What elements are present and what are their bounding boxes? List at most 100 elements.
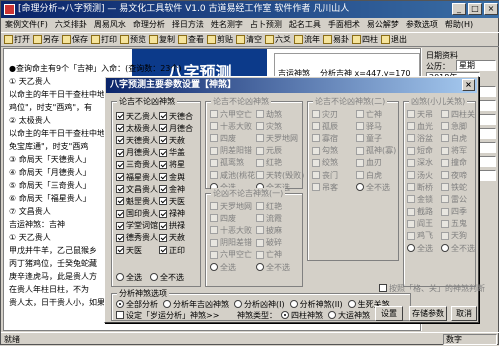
gongli-field[interactable]: 星期 bbox=[456, 60, 496, 71]
g1c2-check-4[interactable] bbox=[159, 160, 167, 169]
g4c1-check-3[interactable] bbox=[210, 238, 218, 247]
menu-item-9[interactable]: 易公解梦 bbox=[367, 18, 399, 32]
g5c1-item-2[interactable]: 寡宿 bbox=[312, 132, 338, 144]
g1c1-check-11[interactable] bbox=[116, 246, 124, 255]
g2c1-check-1[interactable] bbox=[210, 122, 218, 131]
type-option-0[interactable]: 四柱神煞 bbox=[281, 309, 323, 321]
g1c1-check-7[interactable] bbox=[116, 197, 124, 206]
menu-item-6[interactable]: 占卜预测 bbox=[250, 18, 282, 32]
g6c2-item-8[interactable]: 四季 bbox=[441, 206, 475, 218]
g6c2-check-3[interactable] bbox=[441, 146, 449, 155]
g5c1-item-0[interactable]: 灾刃 bbox=[312, 108, 338, 120]
g4c2-check-4[interactable] bbox=[256, 250, 264, 259]
menu-item-1[interactable]: 六爻排卦 bbox=[55, 18, 87, 32]
g2c1-check-4[interactable] bbox=[210, 158, 218, 167]
g5c2-check-0[interactable] bbox=[356, 110, 364, 119]
g6c2-check-6[interactable] bbox=[441, 183, 449, 192]
g4c2-item-3[interactable]: 破碎 bbox=[256, 237, 290, 249]
g1c2-check-7[interactable] bbox=[159, 197, 167, 206]
g6c2-check-11[interactable] bbox=[441, 244, 449, 253]
g4c1-item-1[interactable]: 四废 bbox=[210, 212, 252, 224]
g2c2-check-5[interactable] bbox=[256, 171, 264, 180]
g1c1-check-9[interactable] bbox=[116, 221, 124, 230]
g4c2-check-3[interactable] bbox=[256, 238, 264, 247]
g1-select-all-radio[interactable] bbox=[116, 273, 124, 282]
g2c2-item-0[interactable]: 劫煞 bbox=[256, 108, 304, 120]
g4c2-item-4[interactable]: 亡神 bbox=[256, 249, 290, 261]
g2c2-check-1[interactable] bbox=[256, 122, 264, 131]
g6c2-item-5[interactable]: 夜啼 bbox=[441, 169, 475, 181]
g6c1-check-9[interactable] bbox=[407, 219, 415, 228]
minimize-button[interactable]: _ bbox=[452, 3, 466, 15]
g6c2-item-9[interactable]: 五鬼 bbox=[441, 218, 475, 230]
g1c1-check-1[interactable] bbox=[116, 124, 124, 133]
menu-item-11[interactable]: 帮助(H) bbox=[445, 18, 473, 32]
g1c2-check-6[interactable] bbox=[159, 185, 167, 194]
g6c1-item-0[interactable]: 天吊 bbox=[407, 108, 433, 120]
g1c2-check-9[interactable] bbox=[159, 221, 167, 230]
g6c2-check-2[interactable] bbox=[441, 134, 449, 143]
g1c2-check-0[interactable] bbox=[159, 112, 167, 121]
g6c1-item-6[interactable]: 断桥 bbox=[407, 181, 433, 193]
g5c1-check-6[interactable] bbox=[312, 183, 320, 192]
g6c1-check-11[interactable] bbox=[407, 244, 415, 253]
g2c1-check-0[interactable] bbox=[210, 110, 218, 119]
g1c1-check-6[interactable] bbox=[116, 185, 124, 194]
g6c2-item-10[interactable]: 天狗 bbox=[441, 230, 475, 242]
cancel-button[interactable]: 取消 bbox=[451, 306, 477, 321]
g6c1-item-4[interactable]: 深水 bbox=[407, 157, 433, 169]
g5c1-check-4[interactable] bbox=[312, 158, 320, 167]
g5c2-check-5[interactable] bbox=[356, 171, 364, 180]
g1c2-item-2[interactable]: 天赦 bbox=[159, 134, 193, 146]
type-radio-1[interactable] bbox=[328, 311, 336, 320]
close-button[interactable]: × bbox=[484, 3, 498, 15]
g6c1-item-1[interactable]: 血光 bbox=[407, 120, 433, 132]
g6c2-item-3[interactable]: 将军 bbox=[441, 145, 475, 157]
g2c2-item-4[interactable]: 红艳 bbox=[256, 157, 304, 169]
g1-select-all[interactable]: 全选 bbox=[116, 271, 142, 283]
g4c1-item-0[interactable]: 天罗地网 bbox=[210, 200, 252, 212]
toolbar-button-6[interactable]: 查看 bbox=[178, 33, 204, 46]
g4c2-item-5[interactable]: 全不选 bbox=[256, 261, 290, 273]
type-radio-0[interactable] bbox=[281, 311, 289, 320]
menu-item-0[interactable]: 案例文件(F) bbox=[5, 18, 48, 32]
g5c2-item-1[interactable]: 驿马 bbox=[356, 120, 396, 132]
g1c1-check-10[interactable] bbox=[116, 233, 124, 242]
g5c2-item-2[interactable]: 童子 bbox=[356, 132, 396, 144]
g5c1-item-4[interactable]: 绞煞 bbox=[312, 157, 338, 169]
g4c2-check-1[interactable] bbox=[256, 214, 264, 223]
g2c2-check-3[interactable] bbox=[256, 146, 264, 155]
g2c1-item-0[interactable]: 六甲空亡 bbox=[210, 108, 258, 120]
g1c2-item-3[interactable]: 华盖 bbox=[159, 147, 193, 159]
g4c1-check-2[interactable] bbox=[210, 226, 218, 235]
g6c2-check-1[interactable] bbox=[441, 122, 449, 131]
g6c2-item-6[interactable]: 铁蛇 bbox=[441, 181, 475, 193]
g1c1-item-0[interactable]: 天乙贵人 bbox=[116, 110, 158, 122]
g1c1-item-10[interactable]: 德秀贵人 bbox=[116, 232, 158, 244]
toolbar-button-0[interactable]: 打开 bbox=[4, 33, 30, 46]
g6c1-item-5[interactable]: 汤火 bbox=[407, 169, 433, 181]
g4c2-check-5[interactable] bbox=[256, 263, 264, 272]
g6c1-check-3[interactable] bbox=[407, 146, 415, 155]
dialog-close-button[interactable]: × bbox=[462, 79, 475, 91]
g1c2-item-0[interactable]: 天德合 bbox=[159, 110, 193, 122]
toolbar-button-7[interactable]: 剪贴 bbox=[207, 33, 233, 46]
toolbar-button-4[interactable]: 预览 bbox=[120, 33, 146, 46]
g1c2-check-10[interactable] bbox=[159, 233, 167, 242]
g1c1-check-3[interactable] bbox=[116, 148, 124, 157]
g6c1-item-2[interactable]: 浴盆 bbox=[407, 132, 433, 144]
g1c2-check-5[interactable] bbox=[159, 173, 167, 182]
g2c1-check-5[interactable] bbox=[210, 171, 218, 180]
g1c2-item-9[interactable]: 拱禄 bbox=[159, 220, 193, 232]
g1c2-check-1[interactable] bbox=[159, 124, 167, 133]
g6c1-check-2[interactable] bbox=[407, 134, 415, 143]
toolbar-button-1[interactable]: 另存 bbox=[33, 33, 59, 46]
g1c1-check-5[interactable] bbox=[116, 173, 124, 182]
g1c1-check-2[interactable] bbox=[116, 136, 124, 145]
g6c1-check-0[interactable] bbox=[407, 110, 415, 119]
save-params-button[interactable]: 存储参数 bbox=[409, 306, 447, 321]
g1c2-item-7[interactable]: 天医 bbox=[159, 195, 193, 207]
g5c2-item-3[interactable]: 孤神(寡) bbox=[356, 145, 396, 157]
toolbar-button-3[interactable]: 打印 bbox=[91, 33, 117, 46]
g1c2-check-8[interactable] bbox=[159, 209, 167, 218]
